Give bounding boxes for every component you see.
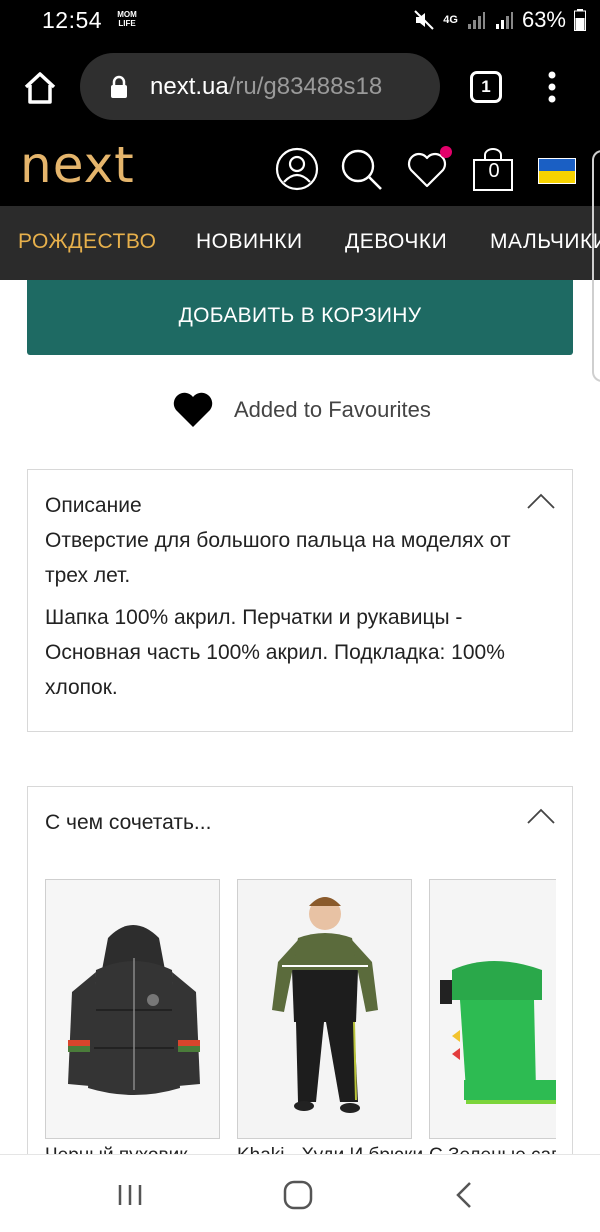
product-card-jacket[interactable] xyxy=(45,879,220,1139)
next-logo[interactable]: next xyxy=(20,136,135,194)
jacket-image xyxy=(46,880,219,1138)
mom-life-badge: MOM LIFE xyxy=(117,10,137,28)
home-icon[interactable] xyxy=(20,68,60,108)
nav-item-boys[interactable]: МАЛЬЧИКИ xyxy=(490,230,600,254)
network-type: 4G xyxy=(443,14,458,26)
url-host: next.ua xyxy=(150,73,229,100)
description-title: Описание xyxy=(45,494,142,517)
search-icon[interactable] xyxy=(338,146,384,192)
address-bar[interactable]: next.ua/ru/g83488s18 xyxy=(80,53,440,120)
add-to-cart-button[interactable]: ДОБАВИТЬ В КОРЗИНУ xyxy=(27,280,573,355)
tracksuit-image xyxy=(238,880,411,1138)
status-indicators: 4G 63% xyxy=(413,7,586,33)
system-nav-bar xyxy=(0,1154,600,1232)
description-panel: Описание Отверстие для большого пальца н… xyxy=(27,469,573,732)
favourites-label: Added to Favourites xyxy=(234,397,431,422)
wishlist-badge xyxy=(440,146,452,158)
products-carousel: Черный пуховик Khaki - Худи И брюки xyxy=(45,879,556,1166)
mute-icon xyxy=(414,10,434,30)
nav-item-girls[interactable]: ДЕВОЧКИ xyxy=(345,230,447,254)
status-time: 12:54 xyxy=(42,7,103,33)
description-text-2: Шапка 100% акрил. Перчатки и рукавицы - … xyxy=(45,606,505,699)
favourites-row[interactable]: Added to Favourites xyxy=(172,388,431,432)
signal-icon xyxy=(467,12,485,29)
product-card-tracksuit[interactable] xyxy=(237,879,412,1139)
bag-count: 0 xyxy=(488,160,500,182)
more-menu-icon[interactable] xyxy=(542,70,562,104)
url-path: /ru/g83488s18 xyxy=(228,73,383,100)
site-header: next 0 xyxy=(0,134,600,206)
recent-apps-icon[interactable] xyxy=(112,1179,148,1211)
pair-with-title: С чем сочетать... xyxy=(45,811,212,834)
chevron-up-icon[interactable] xyxy=(526,807,556,825)
scroll-indicator[interactable] xyxy=(592,150,600,382)
product-card-boots[interactable] xyxy=(429,879,556,1139)
tab-switcher-button[interactable]: 1 xyxy=(470,71,502,103)
url-text: next.ua/ru/g83488s18 xyxy=(150,73,382,101)
boots-image xyxy=(430,880,556,1138)
battery-percent: 63% xyxy=(521,7,566,32)
back-icon[interactable] xyxy=(448,1179,484,1211)
account-icon[interactable] xyxy=(274,146,320,192)
chevron-up-icon[interactable] xyxy=(526,492,556,510)
battery-icon xyxy=(574,9,586,31)
lock-icon xyxy=(111,75,127,98)
signal-icon-2 xyxy=(495,12,513,29)
pair-with-panel: С чем сочетать... Черный пуховик xyxy=(27,786,573,1166)
browser-toolbar: next.ua/ru/g83488s18 1 xyxy=(0,40,600,134)
heart-filled-icon xyxy=(173,392,213,427)
status-bar: 12:54 MOM LIFE 4G 63% xyxy=(0,0,600,40)
description-text-1: Отверстие для большого пальца на моделях… xyxy=(45,529,511,587)
nav-item-new[interactable]: НОВИНКИ xyxy=(196,230,303,254)
home-nav-icon[interactable] xyxy=(280,1179,316,1211)
ukraine-flag-icon[interactable] xyxy=(538,158,576,184)
nav-item-christmas[interactable]: РОЖДЕСТВО xyxy=(18,230,156,254)
category-nav: РОЖДЕСТВО НОВИНКИ ДЕВОЧКИ МАЛЬЧИКИ xyxy=(0,206,600,280)
